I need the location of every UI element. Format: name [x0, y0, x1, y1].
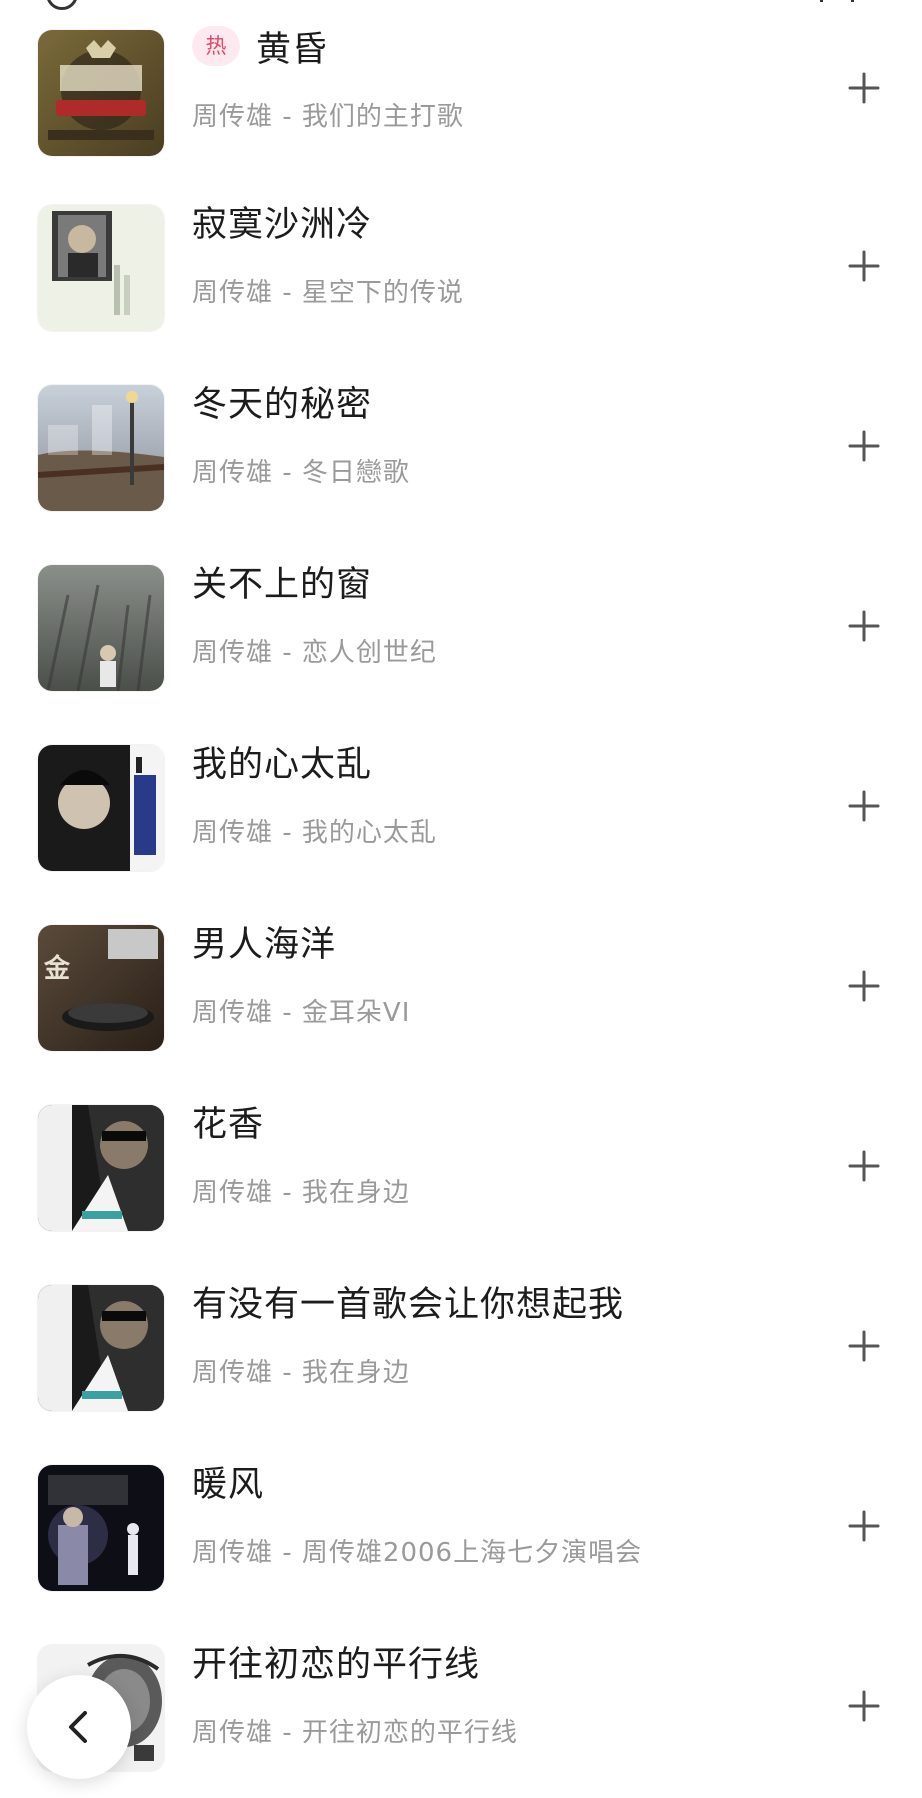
song-title: 寂寞沙洲冷: [192, 204, 373, 245]
song-title-line: 有没有一首歌会让你想起我: [192, 1279, 624, 1325]
song-artist-album: 周传雄 - 我在身边: [192, 1178, 410, 1208]
svg-text:金: 金: [43, 953, 71, 984]
song-artist-album: 周传雄 - 我的心太乱: [192, 818, 437, 848]
song-artist-album: 周传雄 - 冬日戀歌: [192, 458, 410, 488]
song-title-line: 花香: [192, 1099, 264, 1145]
song-row[interactable]: 我的心太乱 周传雄 - 我的心太乱: [0, 718, 922, 898]
add-to-playlist-button[interactable]: [840, 422, 888, 470]
plus-icon: [848, 1690, 880, 1722]
add-to-playlist-button[interactable]: [840, 242, 888, 290]
song-artist-album: 周传雄 - 金耳朵VI: [192, 998, 411, 1028]
song-title: 冬天的秘密: [192, 384, 373, 425]
album-cover: [38, 30, 164, 156]
album-cover: [38, 745, 164, 871]
plus-icon: [848, 970, 880, 1002]
song-title-line: 开往初恋的平行线: [192, 1639, 480, 1685]
song-title: 开往初恋的平行线: [192, 1644, 481, 1685]
song-row[interactable]: 有没有一首歌会让你想起我 周传雄 - 我在身边: [0, 1258, 922, 1438]
hot-badge: 热: [192, 26, 240, 66]
album-cover: [38, 565, 164, 691]
song-row[interactable]: 冬天的秘密 周传雄 - 冬日戀歌: [0, 358, 922, 538]
song-row[interactable]: 开往初恋的平行线 周传雄 - 开往初恋的平行线: [0, 1618, 922, 1798]
song-title: 黄昏: [256, 29, 329, 70]
add-to-playlist-button[interactable]: [840, 782, 888, 830]
plus-icon: [848, 72, 880, 104]
plus-icon: [848, 250, 880, 282]
add-to-playlist-button[interactable]: [840, 962, 888, 1010]
song-title-line: 我的心太乱: [192, 739, 372, 785]
song-artist-album: 周传雄 - 星空下的传说: [192, 278, 464, 308]
song-artist-album: 周传雄 - 周传雄2006上海七夕演唱会: [192, 1538, 643, 1568]
song-title: 有没有一首歌会让你想起我: [192, 1284, 625, 1325]
song-title-line: 关不上的窗: [192, 559, 372, 605]
back-button[interactable]: [27, 1675, 131, 1779]
album-cover: [38, 1285, 164, 1411]
song-artist-album: 周传雄 - 恋人创世纪: [192, 638, 437, 668]
plus-icon: [848, 790, 880, 822]
plus-icon: [848, 610, 880, 642]
song-row[interactable]: 花香 周传雄 - 我在身边: [0, 1078, 922, 1258]
song-artist-album: 周传雄 - 我在身边: [192, 1358, 410, 1388]
plus-icon: [848, 1150, 880, 1182]
song-title: 关不上的窗: [192, 564, 373, 605]
album-cover: [38, 1465, 164, 1591]
add-to-playlist-button[interactable]: [840, 602, 888, 650]
album-cover: [38, 385, 164, 511]
song-row[interactable]: 金 男人海洋 周传雄 - 金耳朵VI: [0, 898, 922, 1078]
add-to-playlist-button[interactable]: [840, 1142, 888, 1190]
add-to-playlist-button[interactable]: [840, 1682, 888, 1730]
song-row[interactable]: 关不上的窗 周传雄 - 恋人创世纪: [0, 538, 922, 718]
plus-icon: [848, 430, 880, 462]
plus-icon: [848, 1330, 880, 1362]
song-title: 暖风: [192, 1464, 265, 1505]
plus-icon: [848, 1510, 880, 1542]
song-title: 我的心太乱: [192, 744, 373, 785]
song-artist-album: 周传雄 - 开往初恋的平行线: [192, 1718, 518, 1748]
song-artist-album: 周传雄 - 我们的主打歌: [192, 102, 464, 132]
album-cover: [38, 205, 164, 331]
add-to-playlist-button[interactable]: [840, 1502, 888, 1550]
song-title-line: 暖风: [192, 1459, 264, 1505]
song-title-line: 寂寞沙洲冷: [192, 199, 372, 245]
song-title-line: 冬天的秘密: [192, 379, 372, 425]
song-title: 花香: [192, 1104, 265, 1145]
add-to-playlist-button[interactable]: [840, 1322, 888, 1370]
song-title: 男人海洋: [192, 924, 337, 965]
album-cover: 金: [38, 925, 164, 1051]
album-cover: [38, 1105, 164, 1231]
song-row[interactable]: 寂寞沙洲冷 周传雄 - 星空下的传说: [0, 178, 922, 358]
chevron-left-icon: [69, 1711, 87, 1743]
song-title-line: 热 黄昏: [192, 24, 328, 70]
add-to-playlist-button[interactable]: [840, 64, 888, 112]
song-row[interactable]: 热 黄昏 周传雄 - 我们的主打歌: [0, 0, 922, 180]
song-title-line: 男人海洋: [192, 919, 336, 965]
song-row[interactable]: 暖风 周传雄 - 周传雄2006上海七夕演唱会: [0, 1438, 922, 1618]
